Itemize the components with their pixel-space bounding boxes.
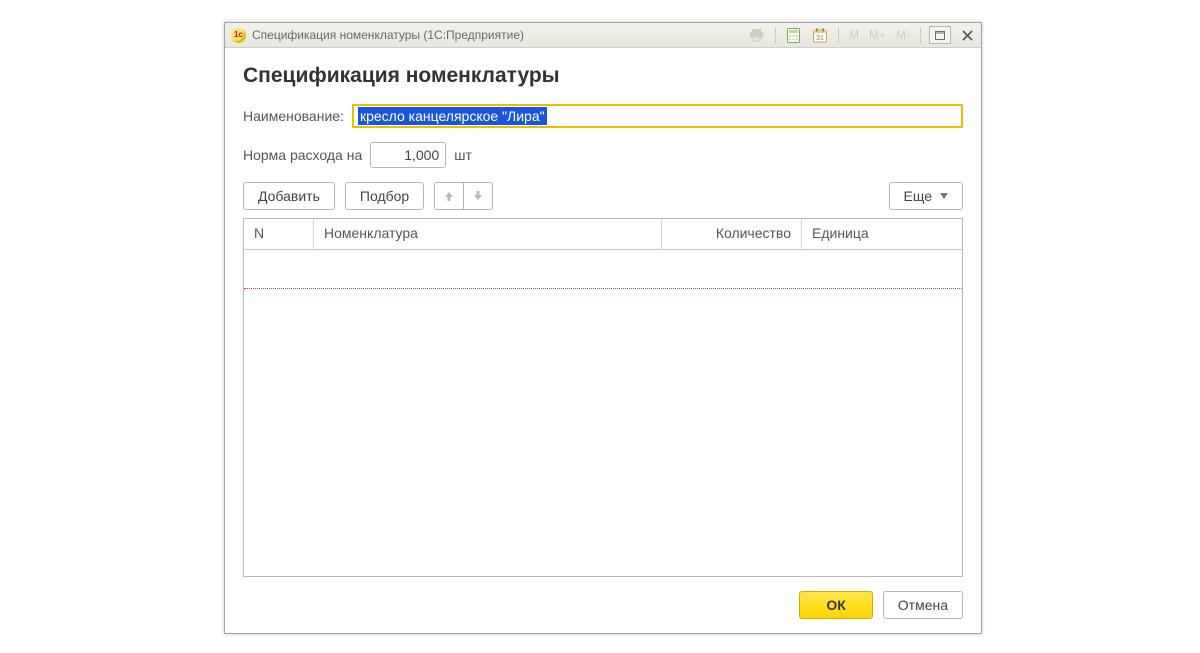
cancel-button[interactable]: Отмена xyxy=(883,591,963,619)
ok-button-label: ОК xyxy=(826,597,845,613)
ok-button[interactable]: ОК xyxy=(799,591,872,619)
app-logo-text: 1c xyxy=(234,31,243,39)
page-title: Спецификация номенклатуры xyxy=(243,64,963,88)
move-buttons-group xyxy=(434,182,493,210)
move-down-button[interactable] xyxy=(463,182,493,210)
table-toolbar: Добавить Подбор Еще xyxy=(243,182,963,210)
pick-button[interactable]: Подбор xyxy=(345,182,424,210)
more-button[interactable]: Еще xyxy=(889,182,964,210)
column-header-nomenclature[interactable]: Номенклатура xyxy=(314,219,662,249)
app-logo-icon: 1c xyxy=(231,28,246,43)
name-label: Наименование: xyxy=(243,108,344,124)
rate-input[interactable] xyxy=(370,142,446,168)
titlebar-separator xyxy=(920,27,921,43)
window-close-button[interactable] xyxy=(957,26,977,44)
rate-label: Норма расхода на xyxy=(243,147,362,163)
cancel-button-label: Отмена xyxy=(898,597,948,613)
name-row: Наименование: кресло канцелярское "Лира" xyxy=(243,104,963,128)
pick-button-label: Подбор xyxy=(360,188,409,204)
app-window: 1c Спецификация номенклатуры (1С:Предпри… xyxy=(224,22,982,634)
client-area: Спецификация номенклатуры Наименование: … xyxy=(225,48,981,633)
move-up-button[interactable] xyxy=(434,182,464,210)
add-button[interactable]: Добавить xyxy=(243,182,335,210)
dialog-footer: ОК Отмена xyxy=(243,577,963,619)
items-table: N Номенклатура Количество Единица xyxy=(243,218,963,577)
arrow-up-icon xyxy=(443,190,455,202)
new-row-indicator xyxy=(244,288,962,289)
svg-text:31: 31 xyxy=(816,35,824,42)
rate-row: Норма расхода на шт xyxy=(243,142,963,168)
calendar-icon[interactable]: 31 xyxy=(810,26,830,44)
titlebar: 1c Спецификация номенклатуры (1С:Предпри… xyxy=(225,23,981,48)
titlebar-separator xyxy=(838,27,839,43)
arrow-down-icon xyxy=(472,190,484,202)
name-input[interactable]: кресло канцелярское "Лира" xyxy=(352,104,963,128)
column-header-n[interactable]: N xyxy=(244,219,314,249)
memory-m-button[interactable]: M xyxy=(847,28,861,42)
table-header: N Номенклатура Количество Единица xyxy=(244,219,962,250)
printer-icon[interactable] xyxy=(747,26,767,44)
column-header-quantity[interactable]: Количество xyxy=(662,219,802,249)
add-button-label: Добавить xyxy=(258,188,320,204)
more-button-label: Еще xyxy=(904,188,933,204)
memory-mplus-button[interactable]: M+ xyxy=(867,28,888,42)
calculator-icon[interactable] xyxy=(784,26,804,44)
name-input-selection: кресло канцелярское "Лира" xyxy=(358,107,547,125)
memory-mminus-button[interactable]: M- xyxy=(894,28,912,42)
column-header-unit[interactable]: Единица xyxy=(802,219,962,249)
chevron-down-icon xyxy=(940,193,948,199)
titlebar-separator xyxy=(775,27,776,43)
table-body[interactable] xyxy=(244,250,962,576)
window-restore-button[interactable] xyxy=(929,26,951,44)
rate-unit: шт xyxy=(454,147,472,163)
window-title: Спецификация номенклатуры (1С:Предприяти… xyxy=(252,28,524,42)
